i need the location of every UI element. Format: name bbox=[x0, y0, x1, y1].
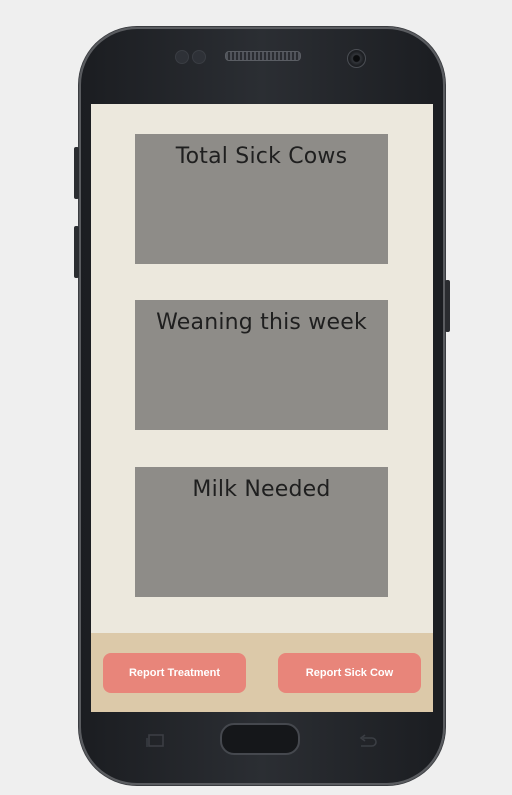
card-title: Milk Needed bbox=[192, 477, 331, 502]
card-title: Total Sick Cows bbox=[175, 144, 348, 169]
app-screen: Total Sick Cows Weaning this week Milk N… bbox=[91, 104, 433, 712]
report-sick-cow-button[interactable]: Report Sick Cow bbox=[278, 653, 421, 693]
phone-frame: Total Sick Cows Weaning this week Milk N… bbox=[74, 27, 450, 785]
volume-down-button bbox=[74, 226, 79, 278]
recent-apps-icon[interactable] bbox=[145, 733, 167, 747]
bottom-action-bar: Report Treatment Report Sick Cow bbox=[91, 633, 433, 712]
home-button[interactable] bbox=[220, 723, 300, 755]
power-button bbox=[445, 280, 450, 332]
card-title: Weaning this week bbox=[156, 310, 367, 335]
report-treatment-button[interactable]: Report Treatment bbox=[103, 653, 246, 693]
total-sick-cows-card: Total Sick Cows bbox=[135, 134, 388, 264]
proximity-sensor bbox=[175, 50, 189, 64]
earpiece-speaker bbox=[225, 51, 301, 61]
milk-needed-card: Milk Needed bbox=[135, 467, 388, 597]
volume-up-button bbox=[74, 147, 79, 199]
weaning-this-week-card: Weaning this week bbox=[135, 300, 388, 430]
back-icon[interactable] bbox=[357, 733, 379, 747]
light-sensor bbox=[192, 50, 206, 64]
front-camera bbox=[347, 49, 366, 68]
